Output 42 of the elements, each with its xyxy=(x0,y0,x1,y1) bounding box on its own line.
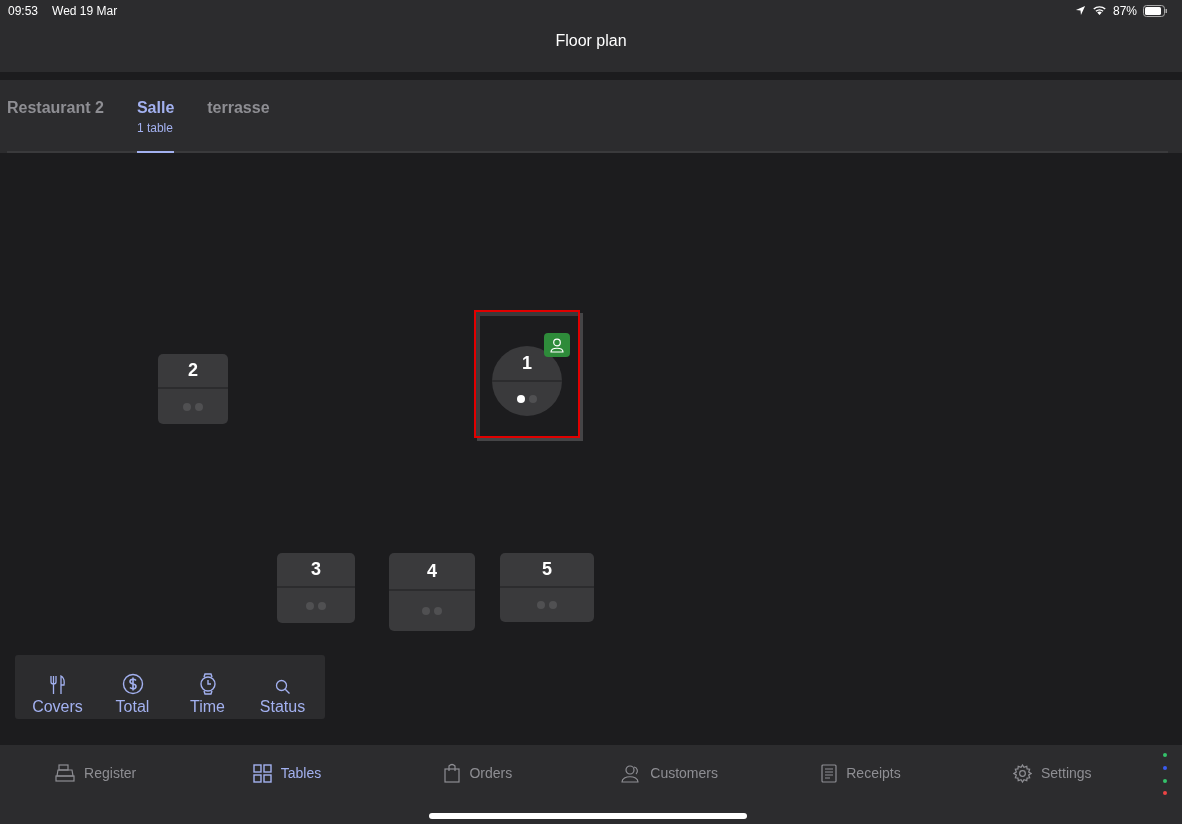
fork-knife-icon xyxy=(48,675,67,695)
nav-tab[interactable]: Orders xyxy=(382,745,574,801)
battery-percentage: 87% xyxy=(1112,3,1137,18)
area-tab[interactable]: Salle 1 table xyxy=(136,80,175,153)
nav-tab[interactable]: Customers xyxy=(574,745,766,801)
view-option-button[interactable]: Total xyxy=(95,663,170,716)
table[interactable]: 5 xyxy=(500,553,594,622)
cash-register-icon xyxy=(55,764,76,782)
table[interactable]: 2 xyxy=(158,354,228,424)
area-tab[interactable]: terrasse xyxy=(207,80,270,153)
nav-tab[interactable]: Settings xyxy=(956,745,1148,801)
search-icon xyxy=(274,679,291,695)
status-time: 09:53 xyxy=(8,3,39,18)
indicator-dots-drawing xyxy=(1163,753,1167,795)
area-tab[interactable]: Restaurant 2 xyxy=(7,80,104,153)
people-icon xyxy=(621,763,642,783)
settings-icon xyxy=(1013,763,1032,783)
wifi-icon xyxy=(1091,5,1107,16)
grid-icon xyxy=(252,763,272,783)
person-icon xyxy=(549,337,565,353)
table[interactable]: 1 xyxy=(474,310,580,438)
table-number: 1 xyxy=(522,352,532,374)
receipt-icon xyxy=(821,763,838,783)
table-number: 5 xyxy=(542,559,552,580)
table[interactable]: 3 xyxy=(277,553,355,623)
dollar-circle-icon xyxy=(121,673,144,695)
nav-tab[interactable]: Tables xyxy=(191,745,383,801)
view-option-button[interactable]: Covers xyxy=(20,663,95,716)
status-date: Wed 19 Mar xyxy=(52,3,118,18)
view-option-button[interactable]: Time xyxy=(170,663,245,716)
watch-icon xyxy=(197,673,218,695)
bag-icon xyxy=(444,763,461,783)
table-number: 3 xyxy=(311,559,321,580)
nav-tab[interactable]: Register xyxy=(0,745,192,801)
location-icon xyxy=(1074,5,1086,16)
table-number: 2 xyxy=(188,360,198,381)
nav-tab[interactable]: Receipts xyxy=(765,745,957,801)
battery-icon xyxy=(1143,4,1168,17)
view-option-button[interactable]: Status xyxy=(245,663,320,716)
table-number: 4 xyxy=(427,560,437,582)
table[interactable]: 4 xyxy=(389,553,475,631)
page-title: Floor plan xyxy=(554,32,628,50)
